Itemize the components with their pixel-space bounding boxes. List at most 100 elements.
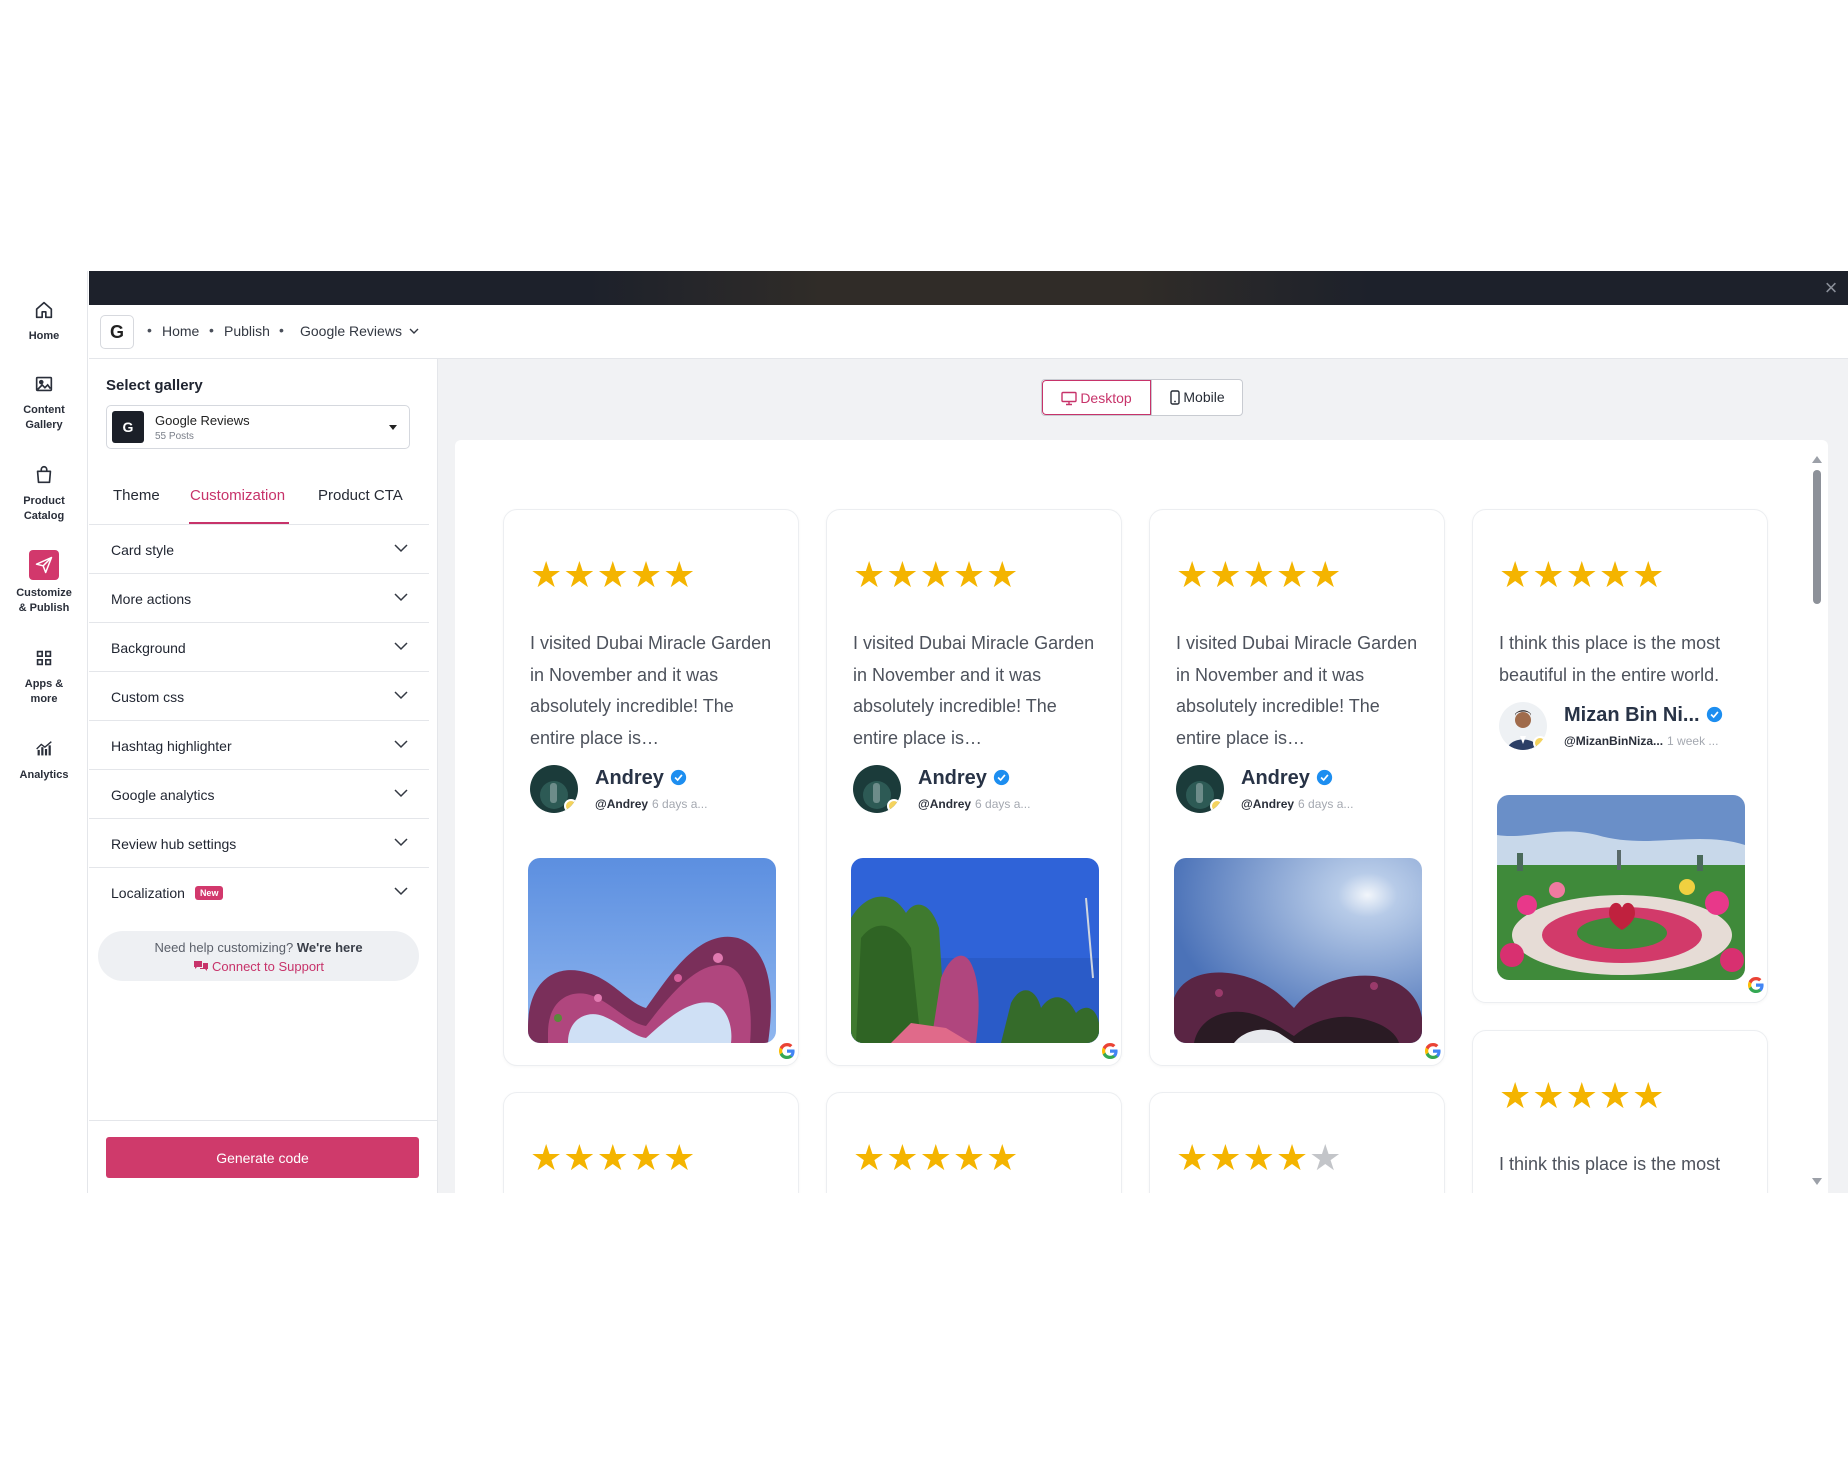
author-handle: @MizanBinNiza...: [1564, 734, 1664, 748]
breadcrumb-bar: G • Home • Publish • Google Reviews: [89, 305, 1848, 359]
chat-icon: [193, 961, 208, 971]
select-gallery-title: Select gallery: [106, 377, 203, 394]
section-label: Background: [111, 640, 186, 656]
star-rating: ★★★★★: [530, 554, 696, 595]
section-review-hub-settings[interactable]: Review hub settings: [89, 819, 429, 868]
mobile-icon: [1170, 390, 1181, 405]
home-icon: [33, 299, 55, 321]
nav-item-product-catalog[interactable]: Product Catalog: [0, 464, 88, 524]
nav-item-content-gallery[interactable]: Content Gallery: [0, 373, 88, 433]
google-logo-icon: [1748, 977, 1764, 993]
star-icon: ★: [886, 554, 919, 595]
review-photo: [851, 858, 1099, 1043]
section-card-style[interactable]: Card style: [89, 525, 429, 574]
nav-item-customize-publish[interactable]: Customize & Publish: [0, 550, 88, 616]
nav-item-label: Analytics: [19, 769, 69, 781]
verified-badge-icon: [1706, 706, 1722, 723]
scroll-down-icon[interactable]: [1812, 1178, 1822, 1185]
star-rating: ★★★★★: [1176, 1137, 1342, 1178]
brand-logo: G: [100, 315, 134, 349]
review-text: I think this place is the most: [1499, 1154, 1721, 1174]
star-icon: ★: [1532, 554, 1565, 595]
star-rating: ★★★★★: [530, 1137, 696, 1178]
review-author: Mizan Bin Ni... @MizanBinNiza... 1 week .…: [1499, 702, 1759, 754]
star-icon: ★: [1532, 1075, 1565, 1116]
star-icon: ★: [1598, 554, 1632, 595]
section-custom-css[interactable]: Custom css: [89, 672, 429, 721]
review-card[interactable]: ★★★★★ I visited Dubai Miracle Garden in …: [826, 509, 1122, 1066]
widget-preview-frame: ★★★★★ I visited Dubai Miracle Garden in …: [455, 440, 1828, 1193]
help-banner: Need help customizing? We're here Connec…: [98, 931, 419, 981]
star-icon: ★: [663, 554, 696, 595]
section-localization[interactable]: Localization New: [89, 868, 429, 917]
star-icon: ★: [886, 1137, 919, 1178]
star-icon: ★: [1209, 554, 1242, 595]
review-text: I think this place is the most beautiful…: [1499, 633, 1721, 685]
chevron-down-icon: [394, 789, 408, 798]
star-icon: ★: [596, 554, 629, 595]
gallery-select[interactable]: G Google Reviews 55 Posts: [106, 405, 410, 449]
section-google-analytics[interactable]: Google analytics: [89, 770, 429, 819]
preview-area: Desktop Mobile ★★★★★ I visited Dubai Mir…: [438, 359, 1848, 1193]
review-text: I visited Dubai Miracle Garden in Novemb…: [1176, 633, 1418, 748]
star-icon: ★: [629, 554, 663, 595]
star-rating: ★★★★★: [1499, 554, 1665, 595]
nav-item-label: Customize & Publish: [16, 587, 72, 614]
section-label: Localization: [111, 885, 185, 901]
author-handle: @Andrey: [595, 797, 649, 811]
star-icon: ★: [629, 1137, 663, 1178]
verified-badge-icon: [993, 769, 1010, 786]
settings-panel: Select gallery G Google Reviews 55 Posts…: [89, 359, 438, 1193]
nav-item-analytics[interactable]: Analytics: [0, 738, 88, 783]
google-logo-icon: [1102, 1043, 1118, 1059]
star-icon: ★: [1176, 1137, 1209, 1178]
review-card[interactable]: ★★★★★ I visited Dubai Miracle Garden in …: [503, 509, 799, 1066]
review-card[interactable]: ★★★★★: [1149, 1092, 1445, 1193]
review-time: 6 days a...: [652, 797, 708, 811]
app-window: Home Content Gallery Product Catalog Cus…: [0, 271, 1848, 1193]
section-label: Hashtag highlighter: [111, 738, 232, 754]
review-card[interactable]: ★★★★★ I think this place is the most bea…: [1472, 509, 1768, 1003]
star-icon: ★: [1242, 1137, 1275, 1178]
section-more-actions[interactable]: More actions: [89, 574, 429, 623]
section-hashtag-highlighter[interactable]: Hashtag highlighter: [89, 721, 429, 770]
breadcrumb-publish[interactable]: Publish: [224, 323, 270, 339]
review-author: Andrey @Andrey 6 days a...: [853, 765, 1113, 817]
mobile-label: Mobile: [1183, 389, 1225, 405]
review-card[interactable]: ★★★★★: [503, 1092, 799, 1193]
scrollbar-thumb[interactable]: [1813, 470, 1821, 604]
star-icon: ★: [1242, 554, 1275, 595]
section-background[interactable]: Background: [89, 623, 429, 672]
desktop-button[interactable]: Desktop: [1042, 380, 1151, 415]
scrollbar[interactable]: [1812, 456, 1822, 1186]
tab-theme[interactable]: Theme: [113, 487, 160, 504]
breadcrumb-home[interactable]: Home: [162, 323, 199, 339]
section-label: More actions: [111, 591, 192, 607]
close-icon[interactable]: ×: [1820, 277, 1842, 299]
chevron-down-icon: [394, 838, 408, 847]
review-card[interactable]: ★★★★★ I visited Dubai Miracle Garden in …: [1149, 509, 1445, 1066]
review-card[interactable]: ★★★★★: [826, 1092, 1122, 1193]
breadcrumb-gallery-dropdown[interactable]: Google Reviews: [300, 323, 420, 339]
nav-item-home[interactable]: Home: [0, 299, 88, 344]
tab-product-cta[interactable]: Product CTA: [318, 487, 403, 504]
connect-support-link[interactable]: Connect to Support: [98, 959, 419, 974]
scroll-up-icon[interactable]: [1812, 456, 1822, 463]
author-name: Mizan Bin Ni...: [1564, 704, 1700, 726]
google-logo-icon: [779, 1043, 795, 1059]
star-icon: ★: [1632, 1075, 1665, 1116]
review-author: Andrey @Andrey 6 days a...: [530, 765, 790, 817]
star-icon: ★: [563, 554, 596, 595]
star-icon: ★: [952, 1137, 986, 1178]
nav-item-label: Home: [28, 330, 60, 342]
nav-item-apps-more[interactable]: Apps & more: [0, 647, 88, 707]
star-icon: ★: [1565, 554, 1598, 595]
author-name: Andrey: [1241, 767, 1310, 789]
tab-customization[interactable]: Customization: [190, 487, 285, 504]
review-card[interactable]: ★★★★★ I think this place is the most: [1472, 1030, 1768, 1193]
star-rating: ★★★★★: [1499, 1075, 1665, 1116]
generate-code-button[interactable]: Generate code: [106, 1137, 419, 1178]
star-icon: ★: [853, 554, 886, 595]
star-icon: ★: [919, 1137, 952, 1178]
mobile-button[interactable]: Mobile: [1151, 380, 1242, 415]
